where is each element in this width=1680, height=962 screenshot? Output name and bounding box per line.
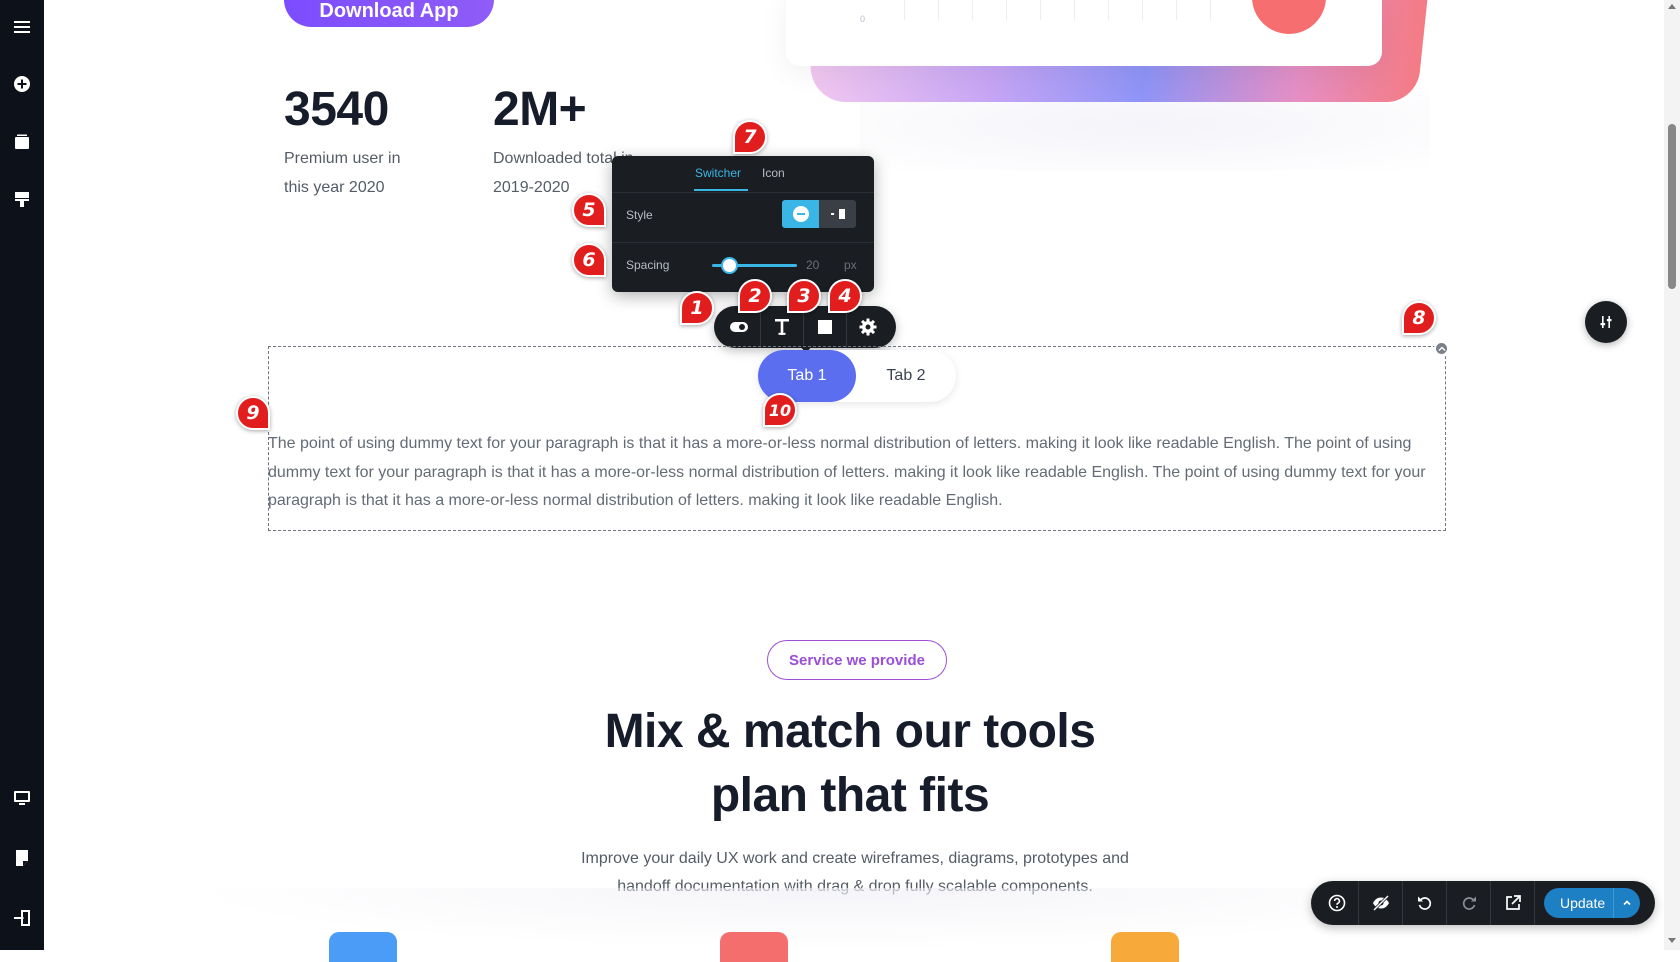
- marker-6: 6: [572, 243, 608, 279]
- chart-circle: [1252, 0, 1326, 34]
- marker-9: 9: [236, 396, 272, 432]
- help-button[interactable]: [1315, 881, 1358, 925]
- scrollbar[interactable]: [1664, 0, 1680, 950]
- gear-icon: [859, 318, 877, 336]
- adjust-settings-button[interactable]: [1585, 301, 1627, 343]
- side-toggle-icon: [830, 209, 845, 219]
- marker-7: 7: [733, 120, 769, 156]
- tab-icon[interactable]: Icon: [762, 166, 785, 180]
- marker-8: 8: [1402, 301, 1438, 337]
- hero-chart-card: 0: [786, 0, 1382, 66]
- square-icon: [818, 320, 832, 334]
- text-icon: [775, 319, 789, 335]
- chart-axis-zero: 0: [860, 14, 866, 24]
- tab-switcher[interactable]: Switcher: [695, 166, 741, 180]
- section-heading: Mix & match our tools plan that fits: [604, 705, 1096, 822]
- sliders-icon: [1600, 316, 1612, 328]
- tab-2[interactable]: Tab 2: [858, 350, 954, 402]
- marker-5: 5: [572, 193, 608, 229]
- menu-icon[interactable]: [8, 13, 36, 41]
- editor-bottom-bar: Update: [1311, 881, 1655, 925]
- marker-4: 4: [828, 279, 864, 315]
- toggle-icon: [730, 322, 748, 332]
- external-link-icon: [1505, 895, 1521, 910]
- spacing-value: 20: [806, 258, 820, 272]
- stat-number-downloads: 2M+: [493, 83, 587, 136]
- chevron-up-icon: [1623, 900, 1631, 906]
- stat-number-users: 3540: [284, 83, 389, 136]
- marker-3: 3: [787, 279, 823, 315]
- style-option-side-button[interactable]: [819, 200, 856, 228]
- add-icon[interactable]: [8, 70, 36, 98]
- tab-content-text: The point of using dummy text for your p…: [268, 435, 1426, 509]
- active-tab-indicator: [694, 189, 748, 191]
- help-icon: [1328, 894, 1345, 912]
- open-preview-button[interactable]: [1491, 881, 1534, 925]
- undo-button[interactable]: [1403, 881, 1446, 925]
- marker-1: 1: [680, 291, 716, 327]
- left-sidebar: [0, 0, 44, 950]
- style-label: Style: [626, 208, 653, 222]
- stat-desc-users: Premium user in this year 2020: [284, 150, 401, 196]
- scroll-thumb[interactable]: [1668, 124, 1676, 289]
- pill-toggle-icon: [792, 206, 809, 222]
- spacing-unit: px: [844, 258, 857, 272]
- marker-10: 10: [763, 393, 799, 429]
- page-icon[interactable]: [8, 844, 36, 872]
- popup-divider: [612, 192, 874, 193]
- marker-2: 2: [738, 279, 774, 315]
- style-option-pill-button[interactable]: [782, 200, 819, 228]
- popup-tabs: Switcher Icon: [612, 156, 874, 192]
- redo-icon: [1462, 896, 1476, 910]
- row-divider: [612, 242, 874, 243]
- chevron-up-icon: [1438, 346, 1445, 351]
- update-options-button[interactable]: [1613, 888, 1640, 918]
- scroll-down-arrow[interactable]: [1668, 938, 1676, 943]
- exit-icon[interactable]: [8, 904, 36, 932]
- service-badge: Service we provide: [767, 640, 947, 680]
- service-card-red: [720, 932, 788, 962]
- desktop-icon[interactable]: [8, 784, 36, 812]
- brush-icon[interactable]: [8, 185, 36, 213]
- hide-icon: [1372, 894, 1389, 912]
- redo-button[interactable]: [1447, 881, 1490, 925]
- spacing-label: Spacing: [626, 258, 670, 272]
- layers-icon[interactable]: [8, 128, 36, 156]
- preview-toggle-button[interactable]: [1359, 881, 1402, 925]
- download-app-button[interactable]: Download App: [284, 0, 494, 27]
- collapse-handle[interactable]: [1434, 341, 1449, 356]
- widget-settings-popup: Switcher Icon Style Spacing 20 px: [612, 156, 874, 292]
- undo-icon: [1417, 896, 1431, 910]
- spacing-slider-thumb[interactable]: [720, 257, 738, 274]
- service-card-blue: [329, 932, 397, 962]
- scroll-up-arrow[interactable]: [1668, 4, 1676, 9]
- service-card-orange: [1111, 932, 1179, 962]
